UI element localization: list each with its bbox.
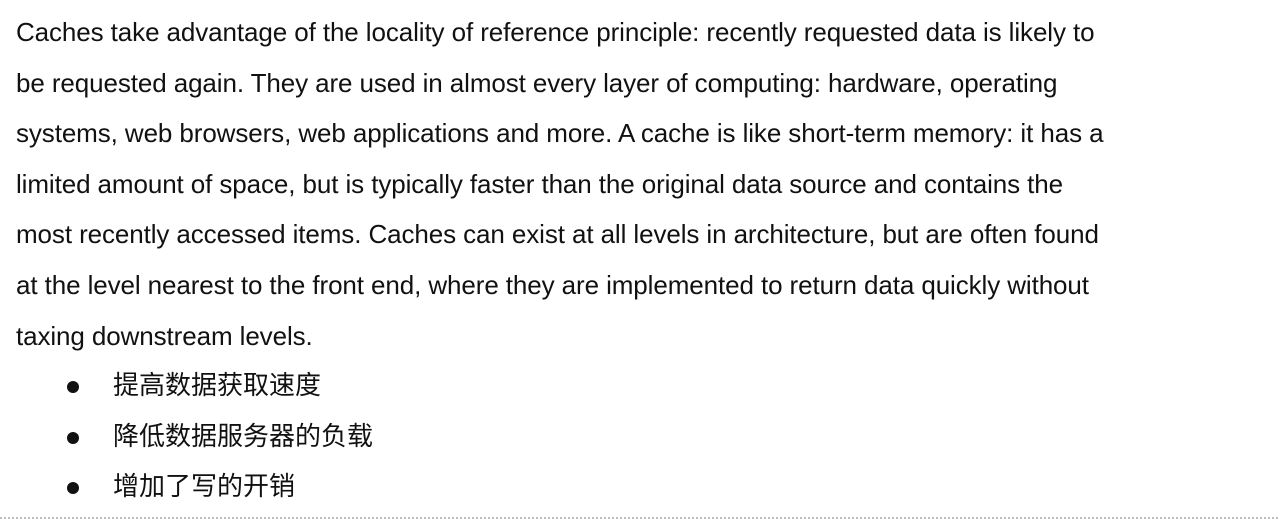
list-item: 提高数据获取速度 [16,361,1266,412]
list-item: 降低数据服务器的负载 [16,412,1266,463]
list-item-text: 增加了写的开销 [113,472,296,503]
bullet-icon [67,381,79,394]
list-item-text: 降低数据服务器的负载 [113,421,374,452]
document-body: Caches take advantage of the locality of… [16,7,1266,513]
list-item-text: 提高数据获取速度 [113,371,322,402]
bullet-icon [67,431,79,444]
page-divider [0,517,1278,519]
bullet-icon [67,482,79,495]
cache-paragraph: Caches take advantage of the locality of… [16,17,1104,351]
list-item: 增加了写的开销 [16,462,1266,513]
bullet-list: 提高数据获取速度 降低数据服务器的负载 增加了写的开销 [16,361,1266,513]
